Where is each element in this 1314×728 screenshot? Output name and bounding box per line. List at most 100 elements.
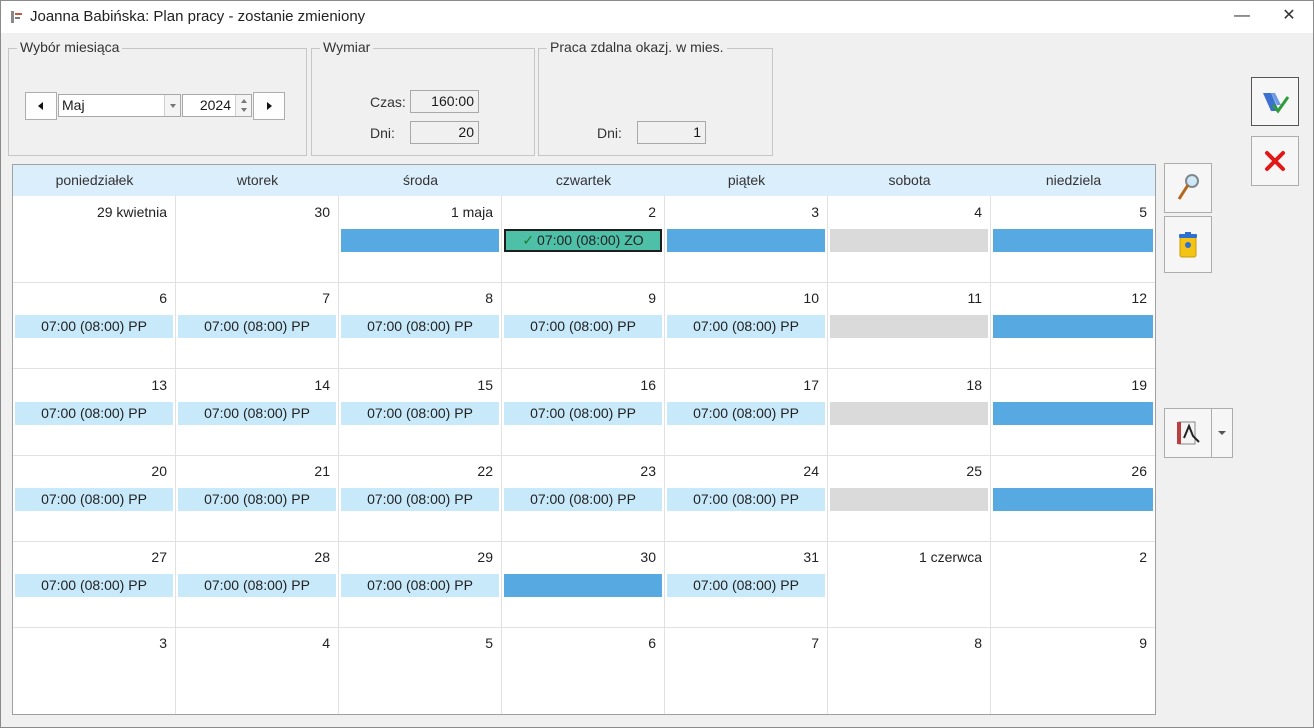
calendar-day-cell[interactable]: 9 (991, 627, 1155, 714)
year-spinner[interactable]: 2024 (182, 94, 252, 117)
save-button[interactable] (1251, 77, 1299, 126)
calendar-day-cell[interactable]: 2 (991, 541, 1155, 628)
calendar-day-cell[interactable]: 5 (991, 196, 1155, 283)
calendar-day-cell[interactable]: 12 (991, 282, 1155, 369)
schedule-bar-pp[interactable]: 07:00 (08:00) PP (15, 315, 173, 338)
day-number: 8 (974, 635, 982, 651)
schedule-bar-free[interactable] (993, 402, 1153, 425)
calendar-day-cell[interactable]: 29 07:00 (08:00) PP (339, 541, 502, 628)
schedule-bar-pp[interactable]: 07:00 (08:00) PP (341, 574, 499, 597)
schedule-bar-pp[interactable]: 07:00 (08:00) PP (15, 402, 173, 425)
calendar-day-cell[interactable]: 7 07:00 (08:00) PP (176, 282, 339, 369)
schedule-bar-sat[interactable] (830, 315, 988, 338)
prev-month-button[interactable] (25, 92, 57, 120)
month-select[interactable]: Maj (58, 94, 181, 117)
calendar-day-cell[interactable]: 28 07:00 (08:00) PP (176, 541, 339, 628)
calendar-day-cell[interactable]: 14 07:00 (08:00) PP (176, 369, 339, 456)
day-number: 9 (1139, 635, 1147, 651)
calendar-day-cell[interactable]: 21 07:00 (08:00) PP (176, 455, 339, 542)
day-number: 1 maja (450, 204, 493, 220)
schedule-bar-pp[interactable]: 07:00 (08:00) PP (178, 574, 336, 597)
calendar-day-cell[interactable]: 8 07:00 (08:00) PP (339, 282, 502, 369)
cancel-button[interactable] (1251, 136, 1299, 186)
calendar-day-cell[interactable]: 26 (991, 455, 1155, 542)
day-number: 22 (477, 463, 493, 479)
calendar-day-cell[interactable]: 15 07:00 (08:00) PP (339, 369, 502, 456)
chevron-down-icon[interactable] (164, 95, 180, 116)
calendar-day-cell[interactable]: 22 07:00 (08:00) PP (339, 455, 502, 542)
day-number: 9 (648, 290, 656, 306)
calendar-day-cell[interactable]: 19 (991, 369, 1155, 456)
schedule-bar-pp[interactable]: 07:00 (08:00) PP (667, 315, 825, 338)
schedule-bar-free[interactable] (667, 229, 825, 252)
calendar-day-cell[interactable]: 23 07:00 (08:00) PP (502, 455, 665, 542)
calendar-day-cell[interactable]: 5 (339, 627, 502, 714)
calendar-day-cell[interactable]: 27 07:00 (08:00) PP (13, 541, 176, 628)
calendar-day-cell[interactable]: 18 (828, 369, 991, 456)
schedule-bar-sat[interactable] (830, 402, 988, 425)
spin-arrows-icon[interactable] (235, 95, 251, 116)
delete-button[interactable] (1164, 216, 1212, 273)
schedule-bar-free[interactable] (504, 574, 662, 597)
calendar-day-cell[interactable]: 17 07:00 (08:00) PP (665, 369, 828, 456)
calendar-day-cell[interactable]: 16 07:00 (08:00) PP (502, 369, 665, 456)
day-number: 29 kwietnia (96, 204, 167, 220)
day-number: 10 (803, 290, 819, 306)
schedule-bar-zo[interactable]: ✓ 07:00 (08:00) ZO (504, 229, 662, 252)
calendar-day-cell[interactable]: 7 (665, 627, 828, 714)
schedule-text: 07:00 (08:00) PP (693, 491, 799, 507)
calendar-day-cell[interactable]: 4 (176, 627, 339, 714)
schedule-bar-free[interactable] (993, 488, 1153, 511)
schedule-bar-pp[interactable]: 07:00 (08:00) PP (667, 574, 825, 597)
calendar-day-cell[interactable]: 11 (828, 282, 991, 369)
schedule-bar-pp[interactable]: 07:00 (08:00) PP (504, 315, 662, 338)
calendar-day-cell[interactable]: 10 07:00 (08:00) PP (665, 282, 828, 369)
month-calendar: poniedziałek wtorek środa czwartek piątek sob… (12, 164, 1156, 715)
schedule-bar-free[interactable] (993, 229, 1153, 252)
schedule-bar-sat[interactable] (830, 229, 988, 252)
window-title: Joanna Babińska: Plan pracy - zostanie z… (30, 8, 366, 25)
calendar-day-cell[interactable]: 3 (665, 196, 828, 283)
schedule-bar-pp[interactable]: 07:00 (08:00) PP (504, 488, 662, 511)
schedule-bar-pp[interactable]: 07:00 (08:00) PP (178, 315, 336, 338)
schedule-bar-pp[interactable]: 07:00 (08:00) PP (178, 402, 336, 425)
schedule-bar-pp[interactable]: 07:00 (08:00) PP (341, 315, 499, 338)
calendar-day-cell[interactable]: 1 maja (339, 196, 502, 283)
calendar-day-cell[interactable]: 24 07:00 (08:00) PP (665, 455, 828, 542)
calendar-day-cell[interactable]: 6 07:00 (08:00) PP (13, 282, 176, 369)
schedule-bar-pp[interactable]: 07:00 (08:00) PP (341, 488, 499, 511)
schedule-bar-pp[interactable]: 07:00 (08:00) PP (15, 488, 173, 511)
schedule-bar-free[interactable] (341, 229, 499, 252)
calendar-day-cell[interactable]: 20 07:00 (08:00) PP (13, 455, 176, 542)
preview-button[interactable] (1164, 163, 1212, 213)
calendar-day-cell[interactable]: 30 (176, 196, 339, 283)
schedule-bar-pp[interactable]: 07:00 (08:00) PP (667, 402, 825, 425)
minimize-button[interactable]: — (1219, 1, 1265, 33)
calendar-day-cell[interactable]: 31 07:00 (08:00) PP (665, 541, 828, 628)
schedule-bar-pp[interactable]: 07:00 (08:00) PP (504, 402, 662, 425)
schedule-bar-pp[interactable]: 07:00 (08:00) PP (178, 488, 336, 511)
calendar-day-cell[interactable]: 3 (13, 627, 176, 714)
schedule-tool-button[interactable] (1164, 408, 1212, 458)
day-number: 18 (966, 377, 982, 393)
next-month-button[interactable] (253, 92, 285, 120)
calendar-day-cell[interactable]: 9 07:00 (08:00) PP (502, 282, 665, 369)
calendar-day-cell[interactable]: 29 kwietnia (13, 196, 176, 283)
wymiar-dni-label: Dni: (370, 125, 395, 141)
schedule-bar-pp[interactable]: 07:00 (08:00) PP (341, 402, 499, 425)
calendar-day-cell[interactable]: 25 (828, 455, 991, 542)
calendar-day-cell[interactable]: 6 (502, 627, 665, 714)
schedule-tool-dropdown[interactable] (1211, 408, 1233, 458)
calendar-day-cell[interactable]: 30 (502, 541, 665, 628)
calendar-day-cell[interactable]: 2 ✓ 07:00 (08:00) ZO (502, 196, 665, 283)
title-bar: Joanna Babińska: Plan pracy - zostanie z… (1, 1, 1313, 33)
calendar-day-cell[interactable]: 8 (828, 627, 991, 714)
close-window-button[interactable]: ✕ (1266, 1, 1312, 33)
schedule-bar-free[interactable] (993, 315, 1153, 338)
schedule-bar-pp[interactable]: 07:00 (08:00) PP (15, 574, 173, 597)
schedule-bar-pp[interactable]: 07:00 (08:00) PP (667, 488, 825, 511)
calendar-day-cell[interactable]: 1 czerwca (828, 541, 991, 628)
schedule-bar-sat[interactable] (830, 488, 988, 511)
calendar-day-cell[interactable]: 13 07:00 (08:00) PP (13, 369, 176, 456)
calendar-day-cell[interactable]: 4 (828, 196, 991, 283)
